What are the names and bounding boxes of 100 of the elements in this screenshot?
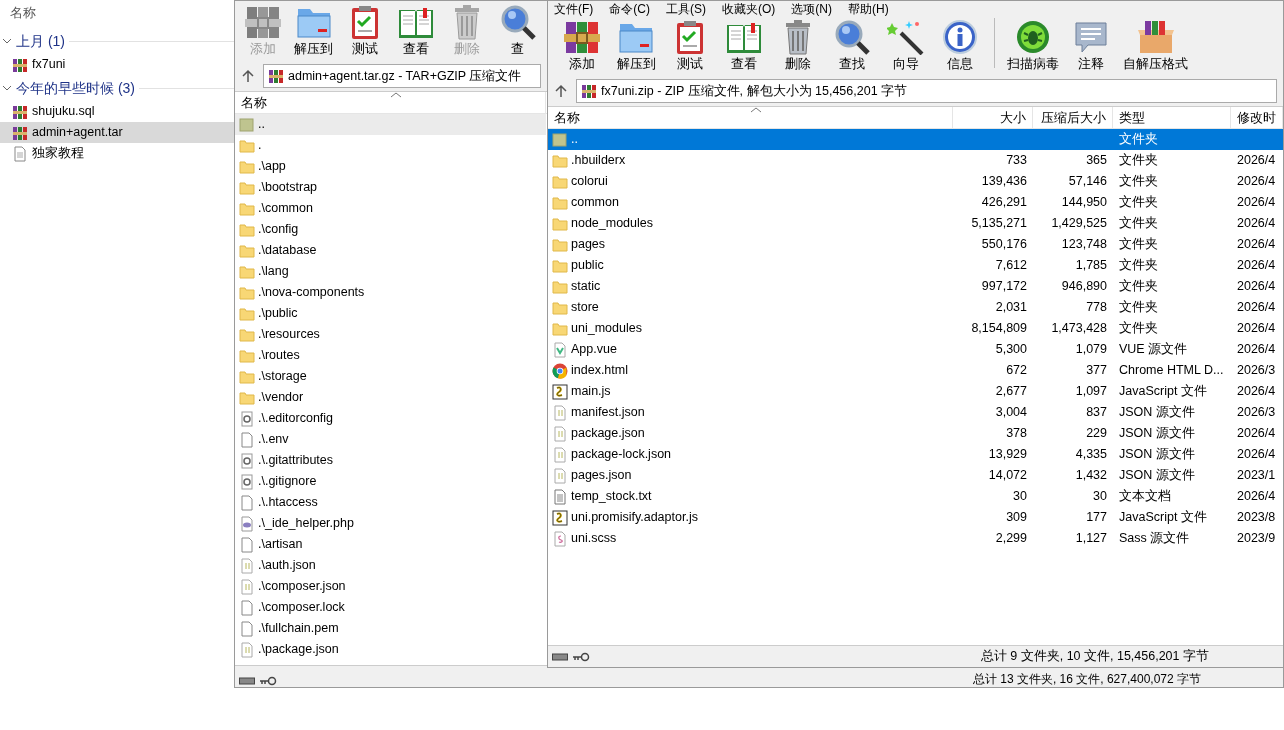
toolbar-button[interactable]: 查看 (390, 4, 441, 59)
file-row[interactable]: .\.gitignore (235, 472, 546, 491)
file-row[interactable]: public 7,612 1,785 文件夹 2026/4 (548, 255, 1283, 276)
chevron-icon[interactable] (2, 84, 12, 92)
file-row[interactable]: uni_modules 8,154,809 1,473,428 文件夹 2026/4 (548, 318, 1283, 339)
toolbar-button[interactable]: 注释 (1065, 19, 1117, 74)
file-item[interactable]: shujuku.sql (0, 101, 234, 122)
toolbar-button[interactable]: 信息 (934, 19, 986, 74)
file-row[interactable]: .. 文件夹 (548, 129, 1283, 150)
table-cell: JSON 源文件 (1119, 405, 1195, 420)
json-file-icon (552, 446, 568, 463)
file-row[interactable]: uni.scss 2,299 1,127 Sass 源文件 2023/9 (548, 528, 1283, 549)
file-row[interactable]: .\composer.lock (235, 598, 546, 617)
file-row[interactable]: . (235, 136, 546, 155)
file-row[interactable]: .\app (235, 157, 546, 176)
table-cell: 1,097 (1075, 384, 1107, 399)
table-cell: 377 (1086, 363, 1107, 378)
file-row[interactable]: .\.env (235, 430, 546, 449)
file-item[interactable]: 独家教程 (0, 143, 234, 164)
file-row[interactable]: colorui 139,436 57,146 文件夹 2026/4 (548, 171, 1283, 192)
file-row[interactable]: temp_stock.txt 30 30 文本文档 2026/4 (548, 486, 1283, 507)
table-cell: 1,079 (1075, 342, 1107, 357)
folder-icon (552, 278, 568, 295)
file-row[interactable]: .\.htaccess (235, 493, 546, 512)
file-row[interactable]: .\bootstrap (235, 178, 546, 197)
file-row[interactable]: .\resources (235, 325, 546, 344)
file-item[interactable]: admin+agent.tar (0, 122, 234, 143)
file-row[interactable]: .\auth.json (235, 556, 546, 575)
file-row[interactable]: pages 550,176 123,748 文件夹 2026/4 (548, 234, 1283, 255)
file-row[interactable]: static 997,172 946,890 文件夹 2026/4 (548, 276, 1283, 297)
file-row[interactable]: .\nova-components (235, 283, 546, 302)
file-row[interactable]: common 426,291 144,950 文件夹 2026/4 (548, 192, 1283, 213)
toolbar-button[interactable]: 解压到 (610, 19, 662, 74)
search-icon (833, 19, 871, 56)
file-row[interactable]: .\public (235, 304, 546, 323)
toolbar-button[interactable]: 扫描病毒 (1003, 19, 1063, 74)
file-name: temp_stock.txt (571, 488, 652, 506)
file-row[interactable]: uni.promisify.adaptor.js 309 177 JavaScript 文件 2023/8 (548, 507, 1283, 528)
file-row[interactable]: .\routes (235, 346, 546, 365)
toolbar-button[interactable]: 解压到 (288, 4, 339, 59)
up-arrow-icon[interactable] (241, 69, 255, 83)
config-file-icon (239, 452, 255, 469)
menu-item[interactable]: 文件(F) (554, 1, 594, 16)
file-row[interactable]: .\.gitattributes (235, 451, 546, 470)
file-row[interactable]: .\composer.json (235, 577, 546, 596)
file-row[interactable]: .\package.json (235, 640, 546, 659)
toolbar-button[interactable]: 查看 (718, 19, 770, 74)
menu-item[interactable]: 选项(N) (791, 1, 832, 16)
table-cell: 文件夹 (1119, 174, 1158, 189)
table-cell: Chrome HTML D... (1119, 363, 1224, 378)
file-row[interactable]: .\vendor (235, 388, 546, 407)
menu-item[interactable]: 收藏夹(O) (722, 1, 776, 16)
toolbar-button[interactable]: 测试 (339, 4, 390, 59)
box-icon (1136, 19, 1175, 56)
file-row[interactable]: .\artisan (235, 535, 546, 554)
file-row[interactable]: .hbuilderx 733 365 文件夹 2026/4 (548, 150, 1283, 171)
file-icon (239, 620, 255, 637)
toolbar-button[interactable]: 添加 (556, 19, 608, 74)
file-row[interactable]: node_modules 5,135,271 1,429,525 文件夹 2026/4 (548, 213, 1283, 234)
up-arrow-icon[interactable] (554, 84, 568, 98)
file-row[interactable]: .\config (235, 220, 546, 239)
bug-icon (1014, 19, 1052, 56)
table-cell: 1,473,428 (1051, 321, 1107, 336)
table-cell: 2023/8 (1237, 510, 1276, 525)
table-cell: 文件夹 (1119, 279, 1158, 294)
file-row[interactable]: .. (235, 115, 546, 134)
file-row[interactable]: index.html 672 377 Chrome HTML D... 2026/3 (548, 360, 1283, 381)
json-file-icon (239, 641, 255, 658)
file-row[interactable]: .\database (235, 241, 546, 260)
file-row[interactable]: .\common (235, 199, 546, 218)
table-cell: 2026/4 (1237, 258, 1276, 273)
toolbar-button[interactable]: 删除 (772, 19, 824, 74)
address-bar[interactable]: fx7uni.zip - ZIP 压缩文件, 解包大小为 15,456,201 字节 (576, 79, 1277, 103)
menu-item[interactable]: 工具(S) (666, 1, 706, 16)
file-row[interactable]: package-lock.json 13,929 4,335 JSON 源文件 2026/4 (548, 444, 1283, 465)
toolbar-button[interactable]: 自解压格式 (1119, 19, 1192, 74)
file-row[interactable]: manifest.json 3,004 837 JSON 源文件 2026/3 (548, 402, 1283, 423)
group-heading[interactable]: 今年的早些时候 (3) (16, 77, 135, 99)
toolbar-button[interactable]: 向导 (880, 19, 932, 74)
address-bar[interactable]: admin+agent.tar.gz - TAR+GZIP 压缩文件 (263, 64, 541, 88)
menu-item[interactable]: 命令(C) (609, 1, 650, 16)
table-cell: 文件夹 (1119, 300, 1158, 315)
file-row[interactable]: .\storage (235, 367, 546, 386)
toolbar-button[interactable]: 查 (492, 4, 543, 59)
file-row[interactable]: .\.editorconfig (235, 409, 546, 428)
file-row[interactable]: main.js 2,677 1,097 JavaScript 文件 2026/4 (548, 381, 1283, 402)
file-row[interactable]: pages.json 14,072 1,432 JSON 源文件 2023/1 (548, 465, 1283, 486)
file-row[interactable]: .\fullchain.pem (235, 619, 546, 638)
column-header[interactable]: 名称 (0, 0, 234, 28)
file-row[interactable]: store 2,031 778 文件夹 2026/4 (548, 297, 1283, 318)
file-item[interactable]: fx7uni (0, 54, 234, 75)
group-heading[interactable]: 上月 (1) (16, 30, 65, 52)
menu-item[interactable]: 帮助(H) (848, 1, 889, 16)
file-row[interactable]: .\_ide_helper.php (235, 514, 546, 533)
toolbar-button[interactable]: 查找 (826, 19, 878, 74)
file-row[interactable]: App.vue 5,300 1,079 VUE 源文件 2026/4 (548, 339, 1283, 360)
toolbar-button[interactable]: 测试 (664, 19, 716, 74)
file-row[interactable]: .\lang (235, 262, 546, 281)
file-row[interactable]: package.json 378 229 JSON 源文件 2026/4 (548, 423, 1283, 444)
chevron-icon[interactable] (2, 37, 12, 45)
